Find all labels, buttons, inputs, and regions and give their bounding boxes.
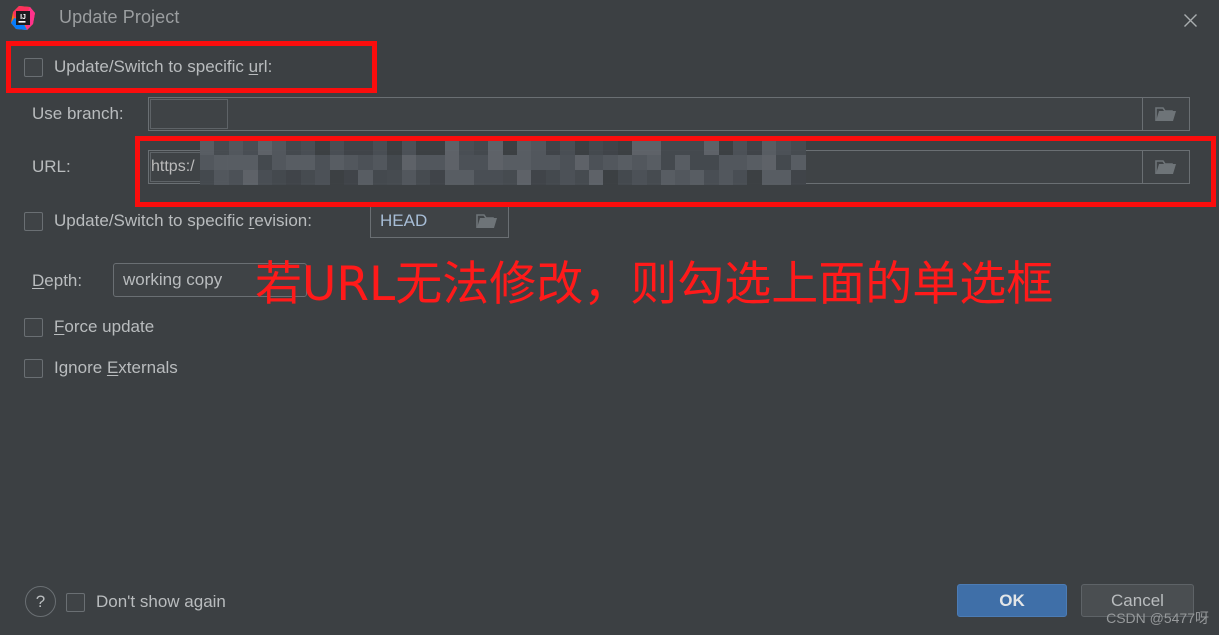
svg-text:IJ: IJ (20, 14, 26, 21)
depth-combobox[interactable]: working copy (113, 263, 307, 297)
dont-show-again-row[interactable]: Don't show again (66, 592, 226, 612)
url-label: URL: (32, 157, 71, 176)
help-button[interactable]: ? (25, 586, 56, 617)
force-update-checkbox[interactable] (24, 317, 43, 337)
force-update-row[interactable]: Force update (24, 317, 154, 337)
window-title: Update Project (59, 7, 180, 27)
ignore-externals-row[interactable]: Ignore Externals (24, 358, 178, 378)
cancel-button[interactable]: Cancel (1081, 584, 1194, 617)
depth-label: Depth: (32, 271, 83, 290)
depth-value: working copy (123, 270, 223, 289)
revision-input[interactable]: HEAD (370, 204, 509, 238)
title-bar: IJ Update Project (0, 0, 1219, 38)
update-switch-revision-label: Update/Switch to specific revision: (54, 211, 312, 230)
update-switch-url-label: Update/Switch to specific url: (54, 57, 273, 76)
force-update-label: Force update (54, 317, 155, 336)
revision-value: HEAD (380, 211, 428, 230)
ignore-externals-checkbox[interactable] (24, 358, 43, 378)
ok-button[interactable]: OK (957, 584, 1067, 617)
dont-show-again-label: Don't show again (96, 592, 226, 611)
dont-show-again-checkbox[interactable] (66, 592, 85, 612)
update-switch-url-checkbox[interactable] (24, 57, 43, 77)
use-branch-browse-button[interactable] (1142, 97, 1190, 131)
url-value: https:/ (151, 158, 195, 175)
url-browse-button[interactable] (1142, 150, 1190, 184)
use-branch-input[interactable] (148, 97, 1190, 131)
intellij-idea-icon: IJ (10, 5, 36, 31)
update-switch-url-row[interactable]: Update/Switch to specific url: (24, 57, 272, 77)
folder-icon (1155, 106, 1176, 121)
use-branch-label: Use branch: (32, 104, 124, 123)
url-input[interactable] (148, 150, 1190, 184)
folder-icon (1155, 159, 1176, 174)
close-icon[interactable] (1173, 6, 1207, 34)
use-branch-inner-box (150, 99, 228, 129)
update-switch-revision-row[interactable]: Update/Switch to specific revision: (24, 211, 312, 231)
annotation-text: 若URL无法修改，则勾选上面的单选框 (255, 257, 1054, 312)
update-switch-revision-checkbox[interactable] (24, 211, 43, 231)
ignore-externals-label: Ignore Externals (54, 358, 178, 377)
url-inner-box: https:/ (150, 152, 228, 182)
folder-icon[interactable] (476, 213, 498, 230)
